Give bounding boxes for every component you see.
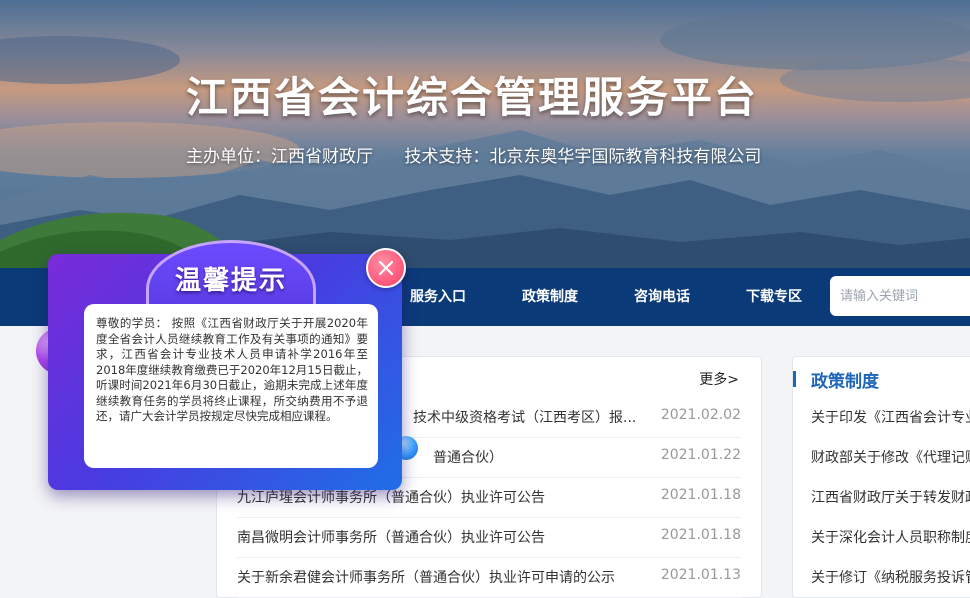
policy-title: 关于深化会计人员职称制度 xyxy=(811,530,970,546)
policy-item[interactable]: 江西省财政厅关于转发财政 xyxy=(811,477,970,517)
nav-item-policy[interactable]: 政策制度 xyxy=(522,268,578,326)
news-more-link[interactable]: 更多> xyxy=(699,369,739,389)
site-title: 江西省会计综合管理服务平台 xyxy=(186,73,759,122)
policy-title: 江西省财政厅关于转发财政 xyxy=(811,490,970,506)
news-title: 南昌微明会计师事务所（普通合伙）执业许可公告 xyxy=(237,530,545,546)
popup-close-button[interactable] xyxy=(366,248,406,288)
policy-item[interactable]: 关于印发《江西省会计专业 xyxy=(811,397,970,437)
popup-title: 温馨提示 xyxy=(174,266,287,296)
policy-heading-bar xyxy=(793,371,796,387)
mountain-landscape-image xyxy=(0,10,970,268)
policy-title: 财政部关于修改《代理记账 xyxy=(811,450,970,466)
policy-item[interactable]: 关于修订《纳税服务投诉管 xyxy=(811,557,970,597)
policy-item[interactable]: 关于深化会计人员职称制度 xyxy=(811,517,970,557)
tech-support-text: 技术支持：北京东奥华宇国际教育科技有限公司 xyxy=(404,147,762,167)
news-row[interactable]: 南昌微明会计师事务所（普通合伙）执业许可公告 2021.01.18 xyxy=(237,517,741,558)
policy-title: 关于印发《江西省会计专业 xyxy=(811,410,970,426)
search-input[interactable] xyxy=(830,276,970,316)
news-date: 2021.01.18 xyxy=(660,527,741,543)
nav-item-service-entry[interactable]: 服务入口 xyxy=(410,268,466,326)
news-date: 2021.01.22 xyxy=(660,447,741,463)
nav-item-hotline[interactable]: 咨询电话 xyxy=(634,268,690,326)
close-icon xyxy=(378,260,394,276)
notice-popup: 温馨提示 尊敬的学员： 按照《江西省财政厅关于开展2020年度全省会计人员继续教… xyxy=(36,240,418,498)
news-date: 2021.01.18 xyxy=(660,487,741,503)
policy-title: 关于修订《纳税服务投诉管 xyxy=(811,570,970,586)
search-box xyxy=(830,276,970,316)
organizer-text: 主办单位：江西省财政厅 xyxy=(186,147,373,167)
policy-panel: 政策制度 关于印发《江西省会计专业 财政部关于修改《代理记账 江西省财政厅关于转… xyxy=(792,356,970,598)
popup-message-card: 尊敬的学员： 按照《江西省财政厅关于开展2020年度全省会计人员继续教育工作及有… xyxy=(84,304,378,468)
nav-item-downloads[interactable]: 下载专区 xyxy=(746,268,802,326)
policy-item[interactable]: 财政部关于修改《代理记账 xyxy=(811,437,970,477)
policy-heading: 政策制度 xyxy=(811,372,879,392)
news-title: 关于新余君健会计师事务所（普通合伙）执业许可申请的公示 xyxy=(237,570,615,586)
popup-message: 尊敬的学员： 按照《江西省财政厅关于开展2020年度全省会计人员继续教育工作及有… xyxy=(96,316,368,423)
news-date: 2021.02.02 xyxy=(660,407,741,423)
news-title: 技术中级资格考试（江西考区）报... xyxy=(413,410,637,426)
site-subtitle: 主办单位：江西省财政厅 技术支持：北京东奥华宇国际教育科技有限公司 xyxy=(186,142,761,167)
news-date: 2021.01.13 xyxy=(660,567,741,583)
news-title: 普通合伙） xyxy=(433,450,503,466)
header-banner: 江西省会计综合管理服务平台 主办单位：江西省财政厅 技术支持：北京东奥华宇国际教… xyxy=(0,0,970,268)
